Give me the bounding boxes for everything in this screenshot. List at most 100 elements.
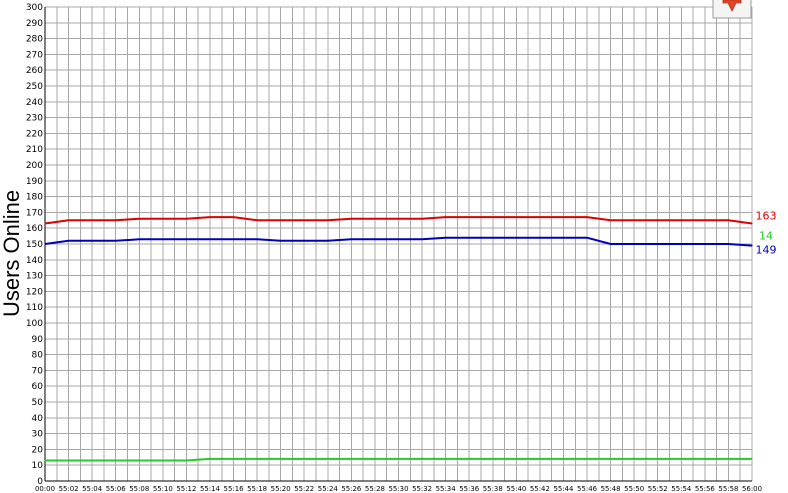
- series-point: [397, 458, 400, 460]
- series-point: [680, 243, 682, 245]
- x-tick-label: 55:02: [59, 485, 79, 493]
- x-tick-label: 56:00: [742, 485, 762, 493]
- series-point: [539, 458, 541, 460]
- series-point: [468, 216, 470, 218]
- x-tick-label: 55:20: [271, 485, 291, 493]
- y-tick-label: 150: [26, 240, 43, 250]
- series-point: [209, 458, 211, 460]
- series-point: [492, 237, 494, 239]
- series-point: [562, 216, 565, 218]
- series-point: [445, 216, 447, 218]
- x-tick-label: 55:46: [577, 485, 598, 493]
- y-tick-label: 80: [32, 351, 44, 361]
- x-tick-label: 00:00: [35, 485, 55, 493]
- series-point: [91, 240, 93, 242]
- x-tick-label: 55:06: [106, 485, 127, 493]
- series-point: [397, 218, 400, 220]
- y-tick-label: 300: [26, 3, 43, 13]
- x-tick-label: 55:36: [459, 485, 480, 493]
- y-tick-label: 180: [26, 193, 43, 203]
- x-tick-label: 55:30: [389, 485, 409, 493]
- series-point: [115, 240, 117, 242]
- series-point: [162, 218, 164, 220]
- series-point: [280, 219, 282, 221]
- series-point: [374, 458, 376, 460]
- y-tick-label: 20: [32, 445, 44, 455]
- series-point: [138, 218, 140, 220]
- series-point: [67, 459, 70, 462]
- series-point: [280, 458, 282, 460]
- y-tick-label: 190: [26, 177, 43, 187]
- series-point: [492, 458, 494, 460]
- series-point: [633, 243, 635, 245]
- series-point: [610, 243, 612, 245]
- y-tick-label: 210: [26, 145, 43, 155]
- y-tick-label: 200: [26, 161, 43, 171]
- x-tick-label: 55:38: [483, 485, 503, 493]
- series-point: [704, 219, 706, 221]
- series-point: [397, 238, 400, 240]
- y-tick-label: 250: [26, 82, 43, 92]
- series-point: [610, 458, 612, 460]
- users-online-chart: 0102030405060708090100110120130140150160…: [0, 0, 777, 493]
- series-point: [633, 458, 635, 460]
- series-point: [539, 216, 541, 218]
- series-point: [374, 218, 376, 220]
- y-tick-label: 30: [32, 430, 44, 440]
- series-point: [421, 218, 423, 220]
- series-point: [704, 458, 706, 460]
- y-tick-label: 270: [26, 50, 43, 60]
- series-point: [657, 219, 659, 221]
- series-point: [586, 216, 588, 218]
- series-point: [67, 219, 70, 221]
- y-tick-label: 50: [32, 398, 44, 408]
- x-tick-label: 55:56: [695, 485, 716, 493]
- series-point: [256, 219, 258, 221]
- x-tick-label: 55:32: [412, 485, 432, 493]
- series-point: [727, 219, 730, 221]
- scroll-down-button[interactable]: [712, 0, 752, 19]
- series-point: [350, 458, 352, 460]
- x-tick-label: 55:54: [671, 485, 692, 493]
- series-point: [586, 237, 588, 239]
- x-tick-label: 55:42: [530, 485, 550, 493]
- x-tick-labels: 00:00 55:02 55:04 55:06 55:08 55:10 55:12 55:14…: [35, 485, 762, 493]
- series-point: [680, 219, 682, 221]
- series-point: [492, 216, 494, 218]
- series-end-label: 149: [756, 244, 777, 257]
- series-point: [185, 218, 187, 220]
- series-point: [44, 459, 46, 462]
- x-tick-label: 55:50: [624, 485, 644, 493]
- y-tick-label: 120: [26, 287, 43, 297]
- series-point: [91, 219, 93, 221]
- series-point: [421, 238, 423, 240]
- series-point: [115, 219, 117, 221]
- series-point: [91, 459, 93, 462]
- series-point: [115, 459, 117, 462]
- series-point: [162, 459, 164, 462]
- y-tick-label: 40: [32, 414, 44, 424]
- series-end-label: 14: [759, 229, 773, 242]
- series-point: [232, 216, 235, 218]
- x-tick-label: 55:44: [553, 485, 574, 493]
- series-point: [445, 458, 447, 460]
- series-point: [185, 238, 187, 240]
- x-tick-label: 55:26: [341, 485, 362, 493]
- series-point: [468, 458, 470, 460]
- series-point: [280, 240, 282, 242]
- series-point: [185, 459, 187, 462]
- y-tick-label: 90: [32, 335, 44, 345]
- series-point: [515, 237, 517, 239]
- y-tick-label: 130: [26, 272, 43, 282]
- series-point: [327, 458, 329, 460]
- series-point: [256, 458, 258, 460]
- series-point: [468, 237, 470, 239]
- series-point: [633, 219, 635, 221]
- series-point: [138, 459, 140, 462]
- series-point: [657, 243, 659, 245]
- series-point: [44, 243, 46, 245]
- series-point: [445, 237, 447, 239]
- series-point: [256, 238, 258, 240]
- series-point: [209, 238, 211, 240]
- y-tick-label: 100: [26, 319, 43, 329]
